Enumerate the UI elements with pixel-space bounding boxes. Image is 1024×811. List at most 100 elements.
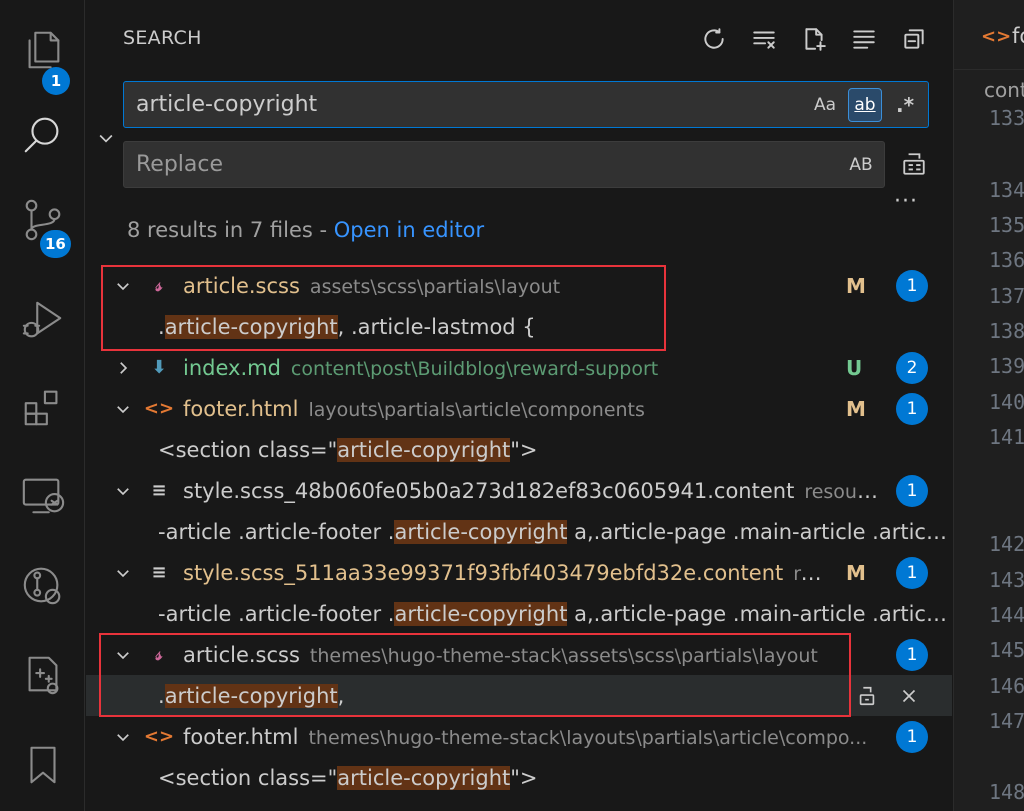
line-number: 142 [989, 532, 1024, 556]
match-highlight: article-copyright [164, 683, 338, 708]
open-in-editor-link[interactable]: Open in editor [334, 218, 484, 242]
line-number: 143 [989, 568, 1024, 592]
breadcrumb[interactable]: cont [984, 78, 1024, 102]
line-number: 139 [989, 354, 1024, 378]
match-after: a,.article-page .main-article .articl... [567, 519, 948, 544]
summary-text: 8 results in 7 files - [127, 218, 334, 242]
bookmarks-icon[interactable] [0, 730, 85, 800]
chevron-down-icon [99, 134, 113, 143]
chevron-down-icon[interactable] [110, 478, 136, 504]
whole-word-toggle[interactable]: ab [848, 87, 882, 122]
match-count-badge: 1 [896, 474, 928, 507]
tab-label: fo [1012, 24, 1024, 48]
collapse-all-icon [904, 29, 924, 49]
file-result-row[interactable]: 𝓈 article.scss themes\hugo-theme-stack\as… [86, 634, 952, 675]
line-number: 133 [989, 106, 1024, 130]
text-file-icon: ≡ [151, 562, 167, 583]
search-field[interactable]: Aa ab .* [123, 81, 929, 128]
replace-field[interactable]: AB [123, 141, 885, 188]
line-number: 146 [989, 674, 1024, 698]
source-control-icon[interactable]: 16 [0, 185, 85, 258]
cpp-settings-icon[interactable] [0, 640, 85, 710]
match-highlight: article-copyright [337, 437, 511, 462]
explorer-badge: 1 [42, 67, 70, 95]
match-row[interactable]: .article-copyright, [86, 675, 952, 716]
clear-all-icon [753, 31, 775, 49]
file-path: content\post\Buildblog\reward-support [290, 357, 659, 380]
match-before: <section class=" [158, 765, 338, 790]
replace-all-icon [903, 153, 925, 175]
file-result-row[interactable]: ≡ style.scss_511aa33e99371f93fbf403479eb… [86, 552, 952, 593]
chevron-down-icon[interactable] [110, 724, 136, 750]
match-row[interactable]: -article .article-footer .article-copyri… [86, 511, 952, 552]
search-panel: SEARCH Aa ab .* AB ··· 8 results in 7 fi… [86, 0, 952, 811]
regex-toggle[interactable]: .* [888, 88, 922, 122]
match-after: , .article-lastmod { [337, 314, 536, 339]
match-after: a,.article-page .main-article .articl... [567, 601, 948, 626]
match-before: <section class=" [158, 437, 338, 462]
html-icon: <> [143, 398, 175, 419]
file-name: style.scss_511aa33e99371f93fbf403479ebfd… [183, 560, 784, 585]
file-path: layouts\partials\article\components [308, 398, 645, 421]
new-search-editor-button[interactable] [796, 22, 832, 56]
run-debug-icon[interactable] [0, 285, 85, 355]
html-icon: <> [143, 726, 175, 747]
search-toolbar [696, 22, 932, 56]
more-options-icon[interactable]: ··· [894, 189, 918, 214]
whole-word-label: ab [854, 94, 876, 115]
remote-explorer-icon[interactable] [0, 460, 85, 530]
line-number: 144 [989, 603, 1024, 627]
explorer-icon[interactable]: 1 [0, 15, 85, 95]
search-input[interactable] [124, 92, 808, 117]
file-result-row[interactable]: 𝓈 article.scss assets\scss\partials\layou… [86, 265, 952, 306]
match-row[interactable]: -article .article-footer .article-copyri… [86, 593, 952, 634]
file-name: style.scss_48b060fe05b0a273d182ef83c0605… [183, 478, 795, 503]
replace-input[interactable] [124, 152, 844, 177]
git-graph-icon[interactable] [0, 550, 85, 620]
file-path: themes\hugo-theme-stack\layouts\partials… [308, 726, 868, 749]
chevron-down-icon[interactable] [110, 273, 136, 299]
toggle-replace-button[interactable] [92, 124, 120, 152]
clear-results-button[interactable] [746, 22, 782, 56]
file-result-row[interactable]: ⬇ index.md content\post\Buildblog\reward-… [86, 347, 952, 388]
file-result-row[interactable]: ≡ style.scss_48b060fe05b0a273d182ef83c06… [86, 470, 952, 511]
file-name: footer.html [183, 396, 299, 421]
scm-badge: 16 [40, 230, 71, 258]
line-number: 137 [989, 284, 1024, 308]
match-highlight: article-copyright [394, 601, 568, 626]
file-result-row[interactable]: <> footer.html themes\hugo-theme-stack\la… [86, 716, 952, 757]
replace-all-button[interactable] [898, 147, 930, 181]
chevron-down-icon[interactable] [110, 560, 136, 586]
match-row[interactable]: <section class="article-copyright"> [86, 429, 952, 470]
match-case-toggle[interactable]: Aa [808, 88, 842, 122]
match-count-badge: 1 [896, 638, 928, 671]
git-status: M [846, 396, 866, 421]
line-number: 148 [989, 780, 1024, 804]
match-row[interactable]: <section class="article-copyright"> [86, 757, 952, 798]
file-name: footer.html [183, 724, 299, 749]
extensions-icon[interactable] [0, 372, 85, 442]
replace-icon[interactable] [856, 685, 878, 707]
file-result-row[interactable]: <> footer.html layouts\partials\article\c… [86, 388, 952, 429]
match-count-badge: 1 [896, 269, 928, 302]
search-icon[interactable] [0, 100, 85, 170]
view-as-tree-button[interactable] [846, 22, 882, 56]
refresh-icon [704, 28, 724, 49]
editor-tab[interactable]: <> fo [954, 0, 1024, 70]
file-path: res... [793, 562, 833, 585]
collapse-all-button[interactable] [896, 22, 932, 56]
match-after: "> [510, 765, 538, 790]
refresh-button[interactable] [696, 22, 732, 56]
match-count-badge: 1 [896, 556, 928, 589]
match-row[interactable]: .article-copyright, .article-lastmod { [86, 306, 952, 347]
match-after: , [337, 683, 345, 708]
chevron-down-icon[interactable] [110, 396, 136, 422]
line-number: 135 [989, 213, 1024, 237]
close-icon[interactable] [898, 685, 920, 707]
chevron-right-icon[interactable] [110, 355, 136, 381]
panel-title: SEARCH [123, 27, 202, 49]
html-icon: <> [981, 26, 1012, 47]
preserve-case-toggle[interactable]: AB [844, 148, 878, 182]
chevron-down-icon[interactable] [110, 642, 136, 668]
list-icon [853, 30, 875, 49]
